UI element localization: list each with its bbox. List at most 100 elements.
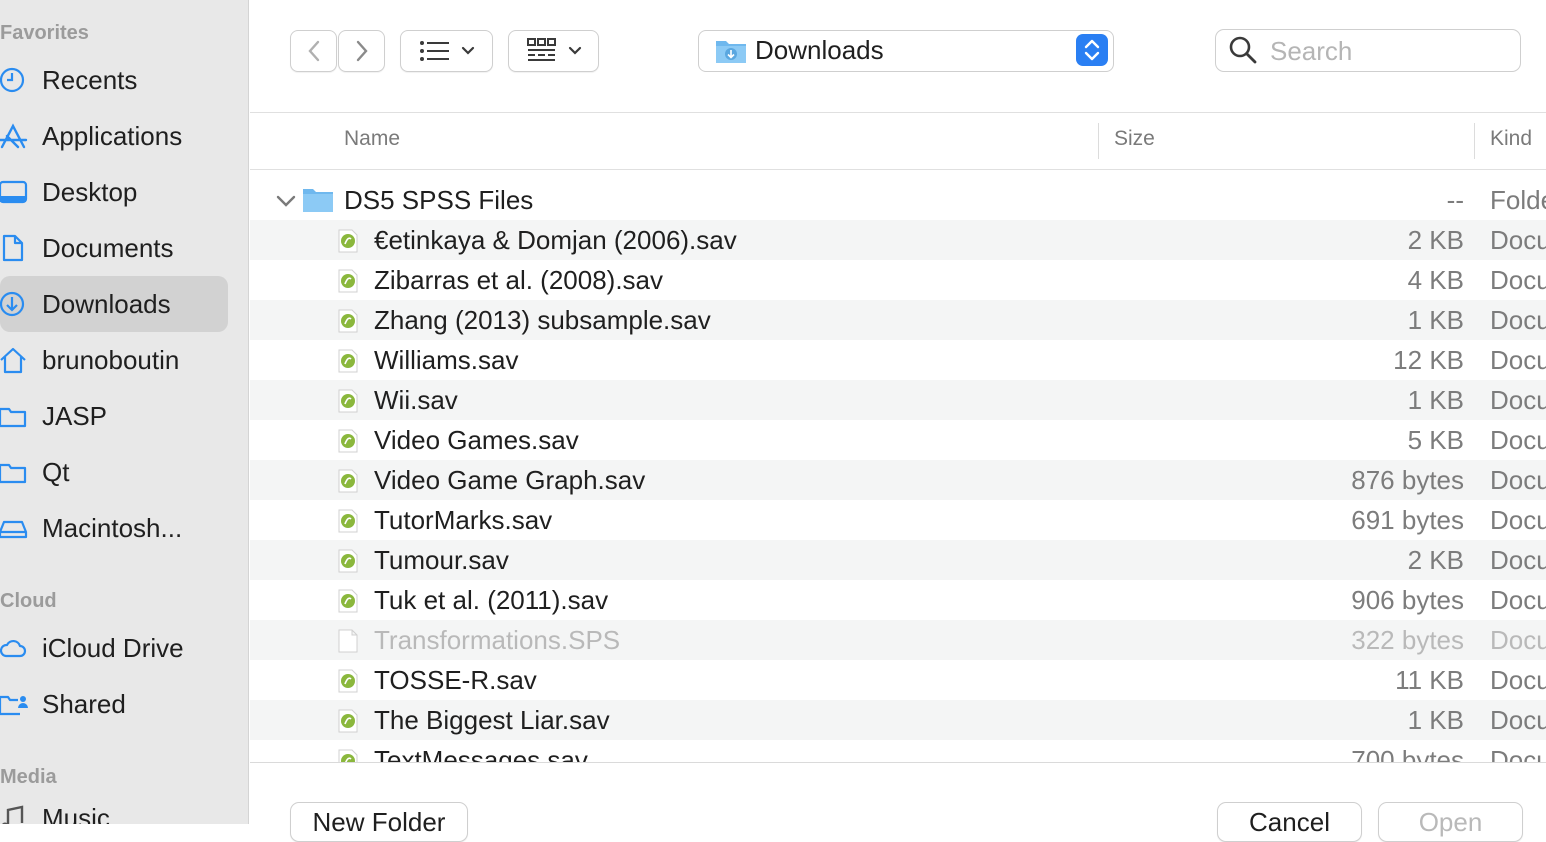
file-size: 1 KB: [1407, 385, 1464, 415]
file-name: Wii.sav: [374, 385, 458, 415]
column-kind-header[interactable]: Kind: [1490, 127, 1532, 151]
file-size: 691 bytes: [1351, 505, 1464, 535]
new-folder-button[interactable]: New Folder: [290, 802, 468, 842]
column-size-header[interactable]: Size: [1114, 127, 1155, 151]
applications-icon: [0, 123, 28, 149]
file-kind: Document: [1490, 345, 1546, 375]
popup-arrows-icon: [1076, 34, 1108, 66]
sidebar-item-label: Qt: [42, 456, 70, 487]
back-button[interactable]: [290, 30, 337, 72]
forward-button[interactable]: [338, 30, 385, 72]
file-name: TutorMarks.sav: [374, 505, 553, 535]
column-divider[interactable]: [1098, 123, 1099, 159]
file-size: 700 bytes: [1351, 745, 1464, 762]
spss-data-file-icon: [336, 349, 360, 373]
sidebar-item-qt[interactable]: Qt: [0, 444, 228, 500]
file-name: TextMessages.sav: [374, 745, 588, 762]
file-size: 2 KB: [1407, 225, 1464, 255]
favorites-section-title: Favorites: [0, 22, 89, 44]
file-row[interactable]: €etinkaya & Domjan (2006).sav 2 KB Documen…: [250, 220, 1546, 260]
file-row[interactable]: Wii.sav 1 KB Document: [250, 380, 1546, 420]
sidebar-item-label: Shared: [42, 688, 126, 719]
file-kind: Document: [1490, 585, 1546, 615]
file-row[interactable]: Williams.sav 12 KB Document: [250, 340, 1546, 380]
spss-data-file-icon: [336, 669, 360, 693]
file-row[interactable]: Tuk et al. (2011).sav 906 bytes Document: [250, 580, 1546, 620]
file-row[interactable]: The Biggest Liar.sav 1 KB Document: [250, 700, 1546, 740]
file-kind: Document: [1490, 265, 1546, 295]
file-row[interactable]: Zibarras et al. (2008).sav 4 KB Document: [250, 260, 1546, 300]
file-row[interactable]: TutorMarks.sav 691 bytes Document: [250, 500, 1546, 540]
file-name: Tuk et al. (2011).sav: [374, 585, 609, 615]
spss-data-file-icon: [336, 589, 360, 613]
sidebar-item-label: Downloads: [42, 288, 171, 319]
file-row[interactable]: Tumour.sav 2 KB Document: [250, 540, 1546, 580]
open-button[interactable]: Open: [1378, 802, 1523, 842]
file-name: Tumour.sav: [374, 545, 509, 575]
file-kind: Document: [1490, 385, 1546, 415]
footer-divider: [250, 762, 1546, 763]
file-size: 11 KB: [1395, 665, 1464, 695]
file-row[interactable]: TOSSE-R.sav 11 KB Document: [250, 660, 1546, 700]
folder-icon: [0, 407, 27, 428]
file-kind: Document: [1490, 505, 1546, 535]
file-size: 1 KB: [1407, 705, 1464, 735]
sidebar-item-documents[interactable]: Documents: [0, 220, 228, 276]
file-row[interactable]: Video Games.sav 5 KB Document: [250, 420, 1546, 460]
file-name: Zibarras et al. (2008).sav: [374, 265, 664, 295]
location-label: Downloads: [755, 35, 884, 65]
column-divider[interactable]: [1474, 123, 1475, 159]
music-icon: [2, 805, 24, 824]
folder-icon: [0, 463, 27, 484]
file-name: DS5 SPSS Files: [344, 185, 534, 215]
sidebar-item-music[interactable]: Music: [0, 790, 228, 824]
search-input[interactable]: [1268, 34, 1512, 68]
sidebar-item-label: brunoboutin: [42, 344, 180, 375]
file-size: --: [1446, 185, 1464, 215]
file-size: 12 KB: [1393, 345, 1464, 375]
sidebar-item-home[interactable]: brunoboutin: [0, 332, 228, 388]
file-size: 1 KB: [1407, 305, 1464, 335]
chevron-down-icon: [461, 46, 474, 55]
file-name: Williams.sav: [374, 345, 519, 375]
syntax-file-icon: [336, 629, 360, 653]
shared-folder-icon: [0, 695, 28, 716]
group-button[interactable]: [508, 30, 599, 72]
spss-data-file-icon: [336, 749, 360, 762]
cancel-button[interactable]: Cancel: [1217, 802, 1362, 842]
sidebar-item-desktop[interactable]: Desktop: [0, 164, 228, 220]
cloud-section-title: Cloud: [0, 590, 57, 612]
file-list: DS5 SPSS Files -- Folder €etinkaya & Dom…: [250, 180, 1546, 762]
sidebar-item-applications[interactable]: Applications: [0, 108, 228, 164]
sidebar-item-label: Documents: [42, 232, 174, 263]
spss-data-file-icon: [336, 429, 360, 453]
sidebar-item-label: Music: [42, 802, 110, 825]
sidebar-item-recents[interactable]: Recents: [0, 52, 228, 108]
disclosure-chevron-icon[interactable]: [275, 194, 297, 208]
spss-data-file-icon: [336, 509, 360, 533]
desktop-icon: [0, 180, 28, 204]
sidebar-item-jasp[interactable]: JASP: [0, 388, 228, 444]
sidebar-item-icloud-drive[interactable]: iCloud Drive: [0, 620, 228, 676]
file-kind: Document: [1490, 305, 1546, 335]
search-icon: [1229, 36, 1257, 64]
search-field[interactable]: [1215, 29, 1521, 72]
sidebar-item-shared[interactable]: Shared: [0, 676, 228, 732]
file-row[interactable]: Zhang (2013) subsample.sav 1 KB Document: [250, 300, 1546, 340]
file-kind: Document: [1490, 705, 1546, 735]
folder-row[interactable]: DS5 SPSS Files -- Folder: [250, 180, 1546, 220]
spss-data-file-icon: [336, 709, 360, 733]
view-mode-button[interactable]: [400, 30, 493, 72]
location-popup[interactable]: Downloads: [698, 30, 1114, 72]
sidebar-item-label: Macintosh...: [42, 512, 183, 543]
file-row[interactable]: Video Game Graph.sav 876 bytes Document: [250, 460, 1546, 500]
sidebar-item-macintosh-hd[interactable]: Macintosh...: [0, 500, 228, 556]
spss-data-file-icon: [336, 389, 360, 413]
sidebar-item-label: Desktop: [42, 176, 138, 207]
sidebar-item-downloads[interactable]: Downloads: [0, 276, 228, 332]
file-row[interactable]: TextMessages.sav 700 bytes Document: [250, 740, 1546, 762]
column-name-header[interactable]: Name: [344, 127, 400, 151]
file-kind: Folder: [1490, 185, 1546, 215]
file-name: Video Games.sav: [374, 425, 579, 455]
file-kind: Document: [1490, 665, 1546, 695]
